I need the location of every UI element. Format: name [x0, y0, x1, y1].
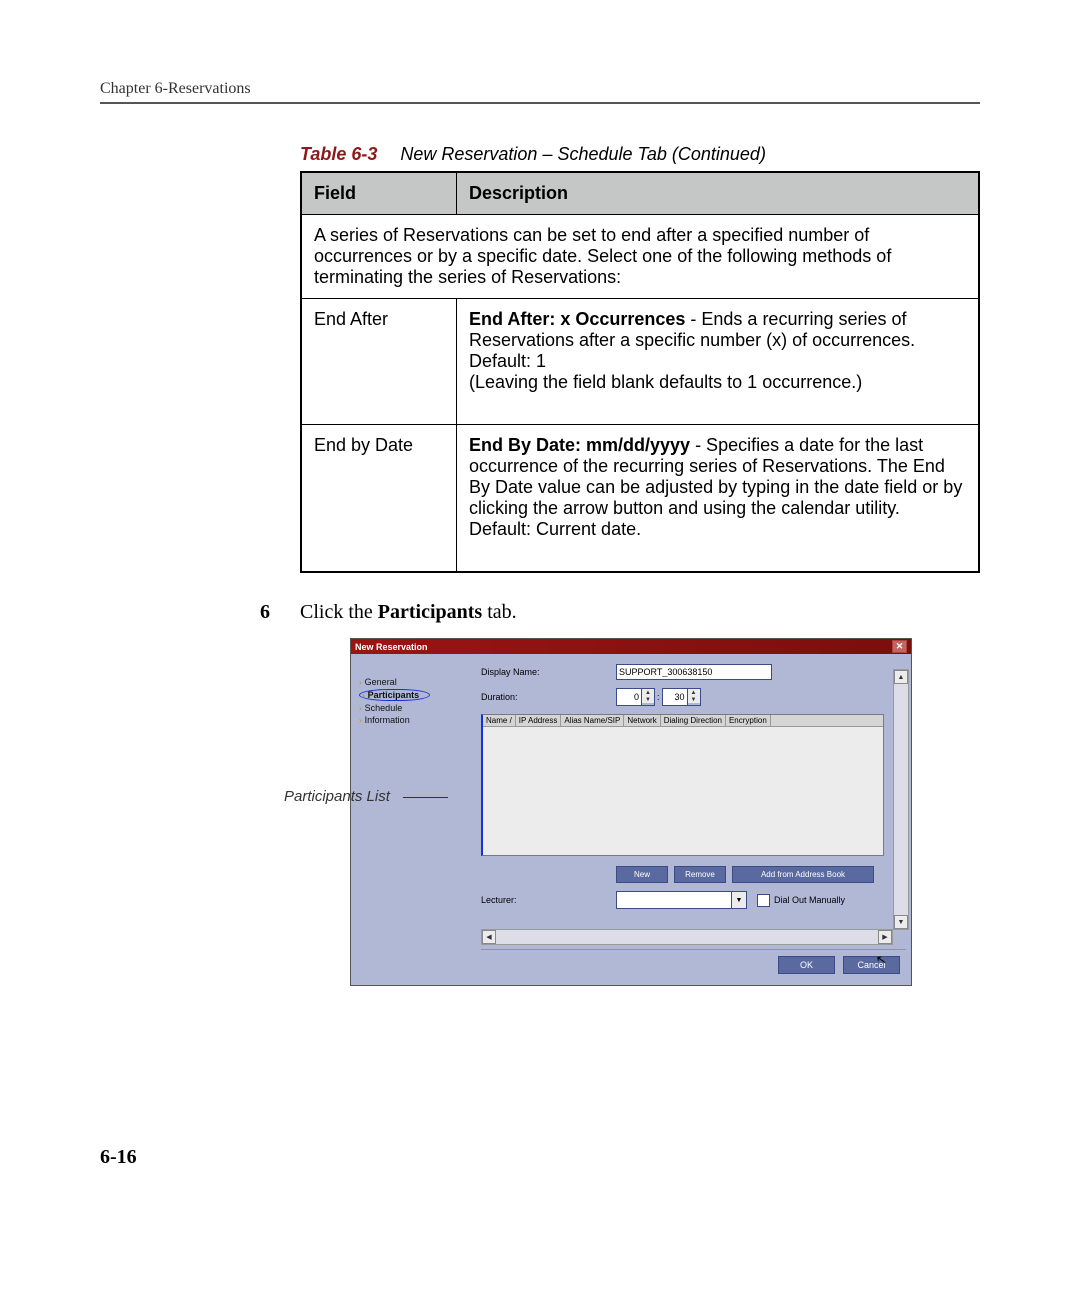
col-name[interactable]: Name / [483, 715, 516, 726]
dialog-titlebar[interactable]: New Reservation ✕ [351, 639, 911, 654]
duration-label: Duration: [481, 692, 616, 702]
col-alias[interactable]: Alias Name/SIP [561, 715, 624, 726]
table-caption-label: Table 6-3 [300, 144, 377, 164]
header-rule [100, 102, 980, 104]
col-dialing[interactable]: Dialing Direction [661, 715, 726, 726]
cancel-button[interactable]: Cancel [843, 956, 900, 974]
col-network[interactable]: Network [624, 715, 660, 726]
dialog-footer: ↖ OK Cancel [481, 949, 906, 980]
lecturer-row: Lecturer: ▼ Dial Out Manually [481, 891, 906, 909]
annotation-participants-list: Participants List [284, 788, 390, 805]
grid-header: Name / IP Address Alias Name/SIP Network… [483, 715, 883, 727]
th-description: Description [457, 172, 980, 215]
sidebar-item-information[interactable]: › Information [359, 714, 467, 726]
dialog-main-panel: ▲ ▼ Display Name: Duration: ▲▼ [473, 654, 911, 985]
desc-cell: End After: x Occurrences - Ends a recurr… [457, 299, 980, 425]
dialog-sidebar: › General › Participants › Schedule [351, 654, 473, 985]
spin-up-icon[interactable]: ▲ [688, 689, 700, 696]
cursor-icon: ↖ [875, 951, 889, 969]
participants-grid[interactable]: Name / IP Address Alias Name/SIP Network… [481, 714, 884, 856]
step-6: 6 Click the Participants tab. [260, 601, 980, 624]
new-reservation-dialog: New Reservation ✕ › General › Participan… [350, 638, 912, 986]
ok-button[interactable]: OK [778, 956, 835, 974]
field-cell: End After [301, 299, 457, 425]
duration-hours-spinner[interactable]: ▲▼ [616, 688, 655, 706]
chevron-down-icon[interactable]: ▼ [732, 891, 747, 909]
th-field: Field [301, 172, 457, 215]
lecturer-label: Lecturer: [481, 895, 616, 905]
spin-down-icon[interactable]: ▼ [642, 696, 654, 703]
scroll-up-icon[interactable]: ▲ [894, 670, 908, 684]
table-caption-text: New Reservation – Schedule Tab (Continue… [400, 144, 766, 164]
highlight-ellipse: › Participants [359, 689, 430, 701]
close-icon[interactable]: ✕ [892, 640, 907, 653]
grid-button-row: New Remove Add from Address Book [616, 866, 906, 883]
step-number: 6 [260, 601, 300, 624]
page-number: 6-16 [100, 1146, 980, 1169]
remove-button[interactable]: Remove [674, 866, 726, 883]
chevron-right-icon: › [359, 716, 362, 725]
display-name-label: Display Name: [481, 667, 616, 677]
running-header: Chapter 6-Reservations [100, 80, 980, 98]
lecturer-combo[interactable]: ▼ [616, 891, 747, 909]
col-ip[interactable]: IP Address [516, 715, 562, 726]
sidebar-item-participants[interactable]: › Participants [359, 688, 467, 702]
duration-minutes-input[interactable] [662, 688, 688, 706]
desc-cell: End By Date: mm/dd/yyyy - Specifies a da… [457, 425, 980, 573]
add-from-address-book-button[interactable]: Add from Address Book [732, 866, 874, 883]
sidebar-item-general[interactable]: › General [359, 676, 467, 688]
scroll-left-icon[interactable]: ◀ [482, 930, 496, 944]
field-cell: End by Date [301, 425, 457, 573]
scroll-right-icon[interactable]: ▶ [878, 930, 892, 944]
sidebar-item-schedule[interactable]: › Schedule [359, 702, 467, 714]
table-caption: Table 6-3 New Reservation – Schedule Tab… [300, 144, 980, 165]
duration-minutes-spinner[interactable]: ▲▼ [662, 688, 701, 706]
duration-hours-input[interactable] [616, 688, 642, 706]
table-intro: A series of Reservations can be set to e… [301, 215, 979, 299]
duration-row: Duration: ▲▼ : ▲▼ [481, 688, 906, 706]
schedule-table: Field Description A series of Reservatio… [300, 171, 980, 573]
table-row: End by Date End By Date: mm/dd/yyyy - Sp… [301, 425, 979, 573]
spin-up-icon[interactable]: ▲ [642, 689, 654, 696]
table-row: End After End After: x Occurrences - End… [301, 299, 979, 425]
new-button[interactable]: New [616, 866, 668, 883]
horizontal-scrollbar[interactable]: ◀ ▶ [481, 929, 893, 945]
scroll-down-icon[interactable]: ▼ [894, 915, 908, 929]
spin-down-icon[interactable]: ▼ [688, 696, 700, 703]
chevron-right-icon: › [359, 704, 362, 713]
col-encryption[interactable]: Encryption [726, 715, 771, 726]
step-text: Click the Participants tab. [300, 601, 517, 624]
dial-out-checkbox[interactable] [757, 894, 770, 907]
dialog-title: New Reservation [355, 642, 428, 652]
vertical-scrollbar[interactable]: ▲ ▼ [893, 669, 909, 930]
chevron-right-icon: › [362, 691, 365, 700]
display-name-input[interactable] [616, 664, 772, 680]
display-name-row: Display Name: [481, 664, 906, 680]
lecturer-input[interactable] [616, 891, 732, 909]
annotation-line [403, 797, 448, 798]
dial-out-label: Dial Out Manually [774, 895, 845, 905]
chevron-right-icon: › [359, 678, 362, 687]
